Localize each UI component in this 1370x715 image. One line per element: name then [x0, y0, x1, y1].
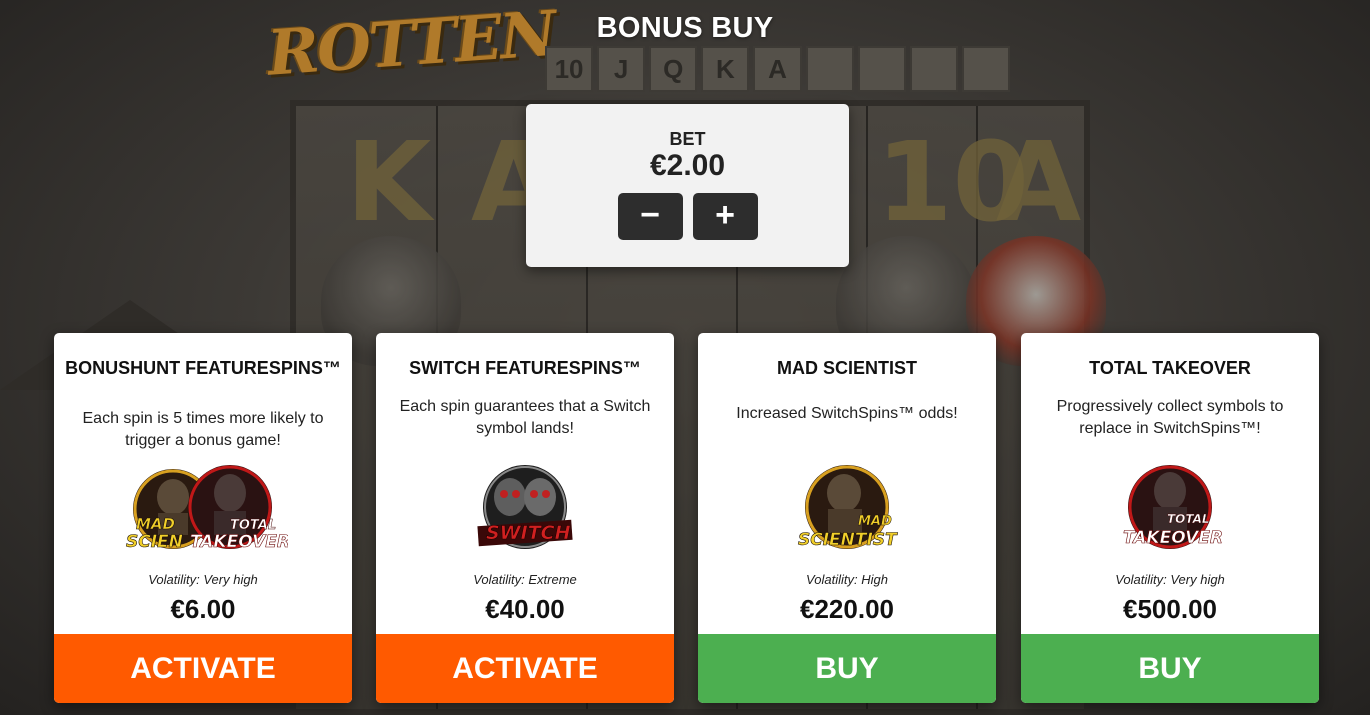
strip-symbol: A	[753, 46, 802, 92]
decrease-bet-button[interactable]: −	[617, 193, 683, 240]
strip-symbol: J	[597, 46, 646, 92]
increase-bet-button[interactable]: +	[692, 193, 758, 240]
bet-panel: BET €2.00 − +	[526, 104, 849, 267]
badge-word: SCIEN	[126, 532, 183, 552]
strip-symbol	[857, 46, 906, 92]
strip-symbol	[909, 46, 958, 92]
strip-symbol: K	[701, 46, 750, 92]
card-description: Progressively collect symbols to replace…	[1056, 398, 1284, 437]
bet-label: BET	[669, 129, 706, 149]
buy-button[interactable]: BUY	[698, 634, 996, 703]
volatility-label: Volatility: Very high	[1115, 572, 1225, 587]
card-badge-image: MAD SCIEN TOTAL TAKEOVER	[54, 456, 352, 561]
card-title: BONUSHUNT FEATURESPINS™	[65, 358, 341, 378]
price-label: €40.00	[485, 594, 565, 624]
feature-card-mad-scientist: MAD SCIENTIST Increased SwitchSpins™ odd…	[698, 333, 996, 703]
price-label: €220.00	[800, 594, 894, 624]
volatility-label: Volatility: Very high	[148, 572, 258, 587]
card-description: Each spin is 5 times more likely to trig…	[82, 410, 324, 449]
strip-symbol: Q	[649, 46, 698, 92]
price-label: €6.00	[170, 594, 236, 624]
feature-card-total-takeover: TOTAL TAKEOVER Progressively collect sym…	[1021, 333, 1319, 703]
badge-word: TAKEOVER	[1123, 528, 1223, 548]
card-badge-image: MAD SCIENTIST	[698, 456, 996, 561]
badge-word: TOTAL	[230, 518, 276, 533]
badge-word: SCIENTIST	[798, 530, 898, 550]
bet-controls: − +	[526, 193, 849, 240]
symbol-strip: 10 J Q K A	[545, 46, 1010, 92]
strip-symbol	[961, 46, 1010, 92]
reel-symbol: A	[996, 118, 1082, 246]
price-label: €500.00	[1123, 594, 1217, 624]
card-description: Increased SwitchSpins™ odds!	[736, 405, 958, 422]
feature-card-bonushunt: BONUSHUNT FEATURESPINS™ Each spin is 5 t…	[54, 333, 352, 703]
mad-scientist-badge-icon: MAD SCIENTIST	[798, 464, 898, 550]
badge-word: TAKEOVER	[190, 532, 288, 552]
card-title: SWITCH FEATURESPINS™	[409, 358, 641, 378]
strip-symbol: 10	[545, 46, 594, 92]
page-title: BONUS BUY	[596, 12, 774, 44]
strip-symbol	[805, 46, 854, 92]
card-description: Each spin guarantees that a Switch symbo…	[399, 398, 651, 437]
mad-scientist-total-takeover-badge-icon: MAD SCIEN TOTAL TAKEOVER	[126, 464, 288, 552]
reel-symbol: K	[346, 118, 432, 246]
badge-word: SWITCH	[486, 522, 571, 544]
buy-button[interactable]: BUY	[1021, 634, 1319, 703]
badge-word: MAD	[858, 514, 892, 529]
card-title: MAD SCIENTIST	[776, 358, 917, 378]
card-title: TOTAL TAKEOVER	[1089, 358, 1251, 378]
volatility-label: Volatility: Extreme	[473, 572, 577, 587]
switch-badge-icon: SWITCH	[477, 464, 573, 549]
feature-card-switch: SWITCH FEATURESPINS™ Each spin guarantee…	[376, 333, 674, 703]
total-takeover-badge-icon: TOTAL TAKEOVER	[1123, 464, 1223, 549]
card-badge-image: SWITCH	[376, 456, 674, 561]
activate-button[interactable]: ACTIVATE	[376, 634, 674, 703]
volatility-label: Volatility: High	[806, 572, 888, 587]
badge-word: MAD	[136, 515, 175, 533]
badge-word: TOTAL	[1167, 512, 1210, 526]
card-badge-image: TOTAL TAKEOVER	[1021, 456, 1319, 561]
activate-button[interactable]: ACTIVATE	[54, 634, 352, 703]
bet-value: €2.00	[649, 149, 726, 182]
